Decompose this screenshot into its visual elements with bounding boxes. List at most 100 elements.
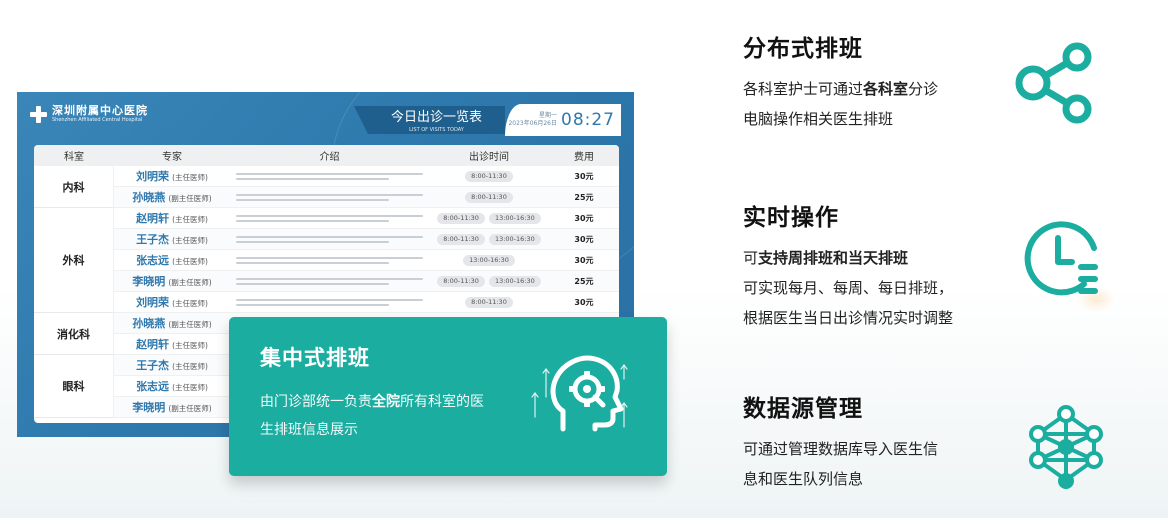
doctor-title: (主任医师)	[172, 215, 208, 224]
hospital-name-cn: 深圳附属中心医院	[52, 104, 148, 117]
desc-bold: 各科室	[863, 80, 909, 98]
doctor-name: 王子杰	[136, 233, 170, 246]
doctor-cell: 王子杰 (主任医师)	[114, 357, 230, 373]
doctor-name: 孙晓燕	[132, 317, 166, 330]
feature-distributed: 分布式排班 各科室护士可通过各科室分诊 电脑操作相关医生排班	[743, 29, 938, 134]
desc-line: 息和医生队列信息	[743, 470, 864, 488]
doctor-cell: 孙晓燕 (副主任医师)	[114, 189, 230, 205]
doctor-title: (副主任医师)	[168, 194, 212, 203]
fee-cell: 25元	[574, 276, 594, 286]
medical-cross-icon	[30, 105, 47, 123]
fee-cell: 30元	[574, 171, 594, 181]
doctor-cell: 刘明荣 (主任医师)	[114, 168, 230, 184]
desc-text: 可	[743, 249, 759, 267]
time-pill: 13:00-16:30	[488, 275, 541, 287]
doctor-title: (副主任医师)	[168, 278, 212, 287]
time-pill: 8:00-11:30	[465, 191, 513, 203]
table-row: 王子杰 (主任医师) 8:00-11:30 13:00-16:30 30元	[114, 229, 619, 250]
fee-cell: 30元	[574, 297, 594, 307]
doctor-name: 赵明轩	[136, 338, 170, 351]
doctor-intro	[230, 232, 429, 246]
clock-date: 2023年06月26日	[508, 120, 557, 127]
clock-weekday: 星期一	[538, 112, 557, 119]
doctor-cell: 张志远 (主任医师)	[114, 252, 230, 268]
table-row: 赵明轩 (主任医师) 8:00-11:30 13:00-16:30 30元	[114, 208, 619, 229]
visit-times: 8:00-11:30 13:00-16:30	[429, 212, 549, 224]
department-cell: 眼科	[34, 355, 114, 418]
time-pill: 13:00-16:30	[488, 233, 541, 245]
feature-datasource: 数据源管理 可通过管理数据库导入医生信 息和医生队列信息	[743, 389, 938, 494]
visit-times: 8:00-11:30 13:00-16:30	[429, 233, 549, 245]
doctor-title: (主任医师)	[172, 299, 208, 308]
header-fee: 费用	[574, 152, 594, 163]
doctor-name: 王子杰	[136, 359, 170, 372]
doctor-cell: 孙晓燕 (副主任医师)	[114, 315, 230, 331]
doctor-title: (主任医师)	[172, 362, 208, 371]
doctor-title: (主任医师)	[172, 383, 208, 392]
time-pill: 8:00-11:30	[465, 170, 513, 182]
central-desc: 由门诊部统一负责全院所有科室的医生排班信息展示	[260, 388, 490, 444]
doctor-title: (主任医师)	[172, 173, 208, 182]
doctor-intro	[230, 295, 429, 309]
doctor-cell: 李晓明 (副主任医师)	[114, 273, 230, 289]
visit-times: 8:00-11:30 13:00-16:30	[429, 275, 549, 287]
visit-times: 8:00-11:30	[429, 191, 549, 203]
time-pill: 8:00-11:30	[437, 212, 485, 224]
fee-cell: 30元	[574, 234, 594, 244]
feature-desc: 可通过管理数据库导入医生信 息和医生队列信息	[743, 434, 938, 494]
header-intro: 介绍	[319, 152, 340, 163]
time-pill: 13:00-16:30	[463, 254, 515, 266]
doctor-title: (副主任医师)	[168, 404, 212, 413]
feature-realtime: 实时操作 可支持周排班和当天排班 可实现每月、每周、每日排班， 根据医生当日出诊…	[743, 198, 953, 333]
head-gear-icon	[531, 355, 628, 432]
doctor-name: 张志远	[136, 254, 170, 267]
doctor-name: 李晓明	[132, 275, 166, 288]
department-cell: 内科	[34, 166, 114, 208]
screen-title-cn: 今日出诊一览表	[390, 110, 482, 125]
doctor-cell: 赵明轩 (主任医师)	[114, 336, 230, 352]
doctor-intro	[230, 211, 429, 225]
central-title: 集中式排班	[260, 346, 370, 370]
central-desc-bold: 全院	[372, 394, 400, 410]
network-icon	[1029, 405, 1103, 489]
screen-title: 今日出诊一览表 LIST OF VISITS TODAY	[354, 106, 505, 134]
desc-line: 电脑操作相关医生排班	[743, 110, 894, 128]
time-pill: 8:00-11:30	[465, 296, 513, 308]
doctor-name: 赵明轩	[136, 212, 170, 225]
table-row: 刘明荣 (主任医师) 8:00-11:30 30元	[114, 166, 619, 187]
feature-title: 实时操作	[743, 205, 839, 231]
doctor-title: (主任医师)	[172, 236, 208, 245]
doctor-cell: 李晓明 (副主任医师)	[114, 399, 230, 415]
visit-times: 13:00-16:30	[429, 254, 549, 266]
table-row: 孙晓燕 (副主任医师) 8:00-11:30 25元	[114, 187, 619, 208]
feature-title: 分布式排班	[743, 36, 863, 62]
desc-text: 分诊	[908, 80, 939, 98]
doctor-title: (主任医师)	[172, 341, 208, 350]
desc-line: 可实现每月、每周、每日排班，	[743, 279, 954, 297]
fee-cell: 25元	[574, 192, 594, 202]
doctor-title: (副主任医师)	[168, 320, 212, 329]
feature-desc: 各科室护士可通过各科室分诊 电脑操作相关医生排班	[743, 74, 938, 134]
department-cell: 消化科	[34, 313, 114, 355]
doctor-intro	[230, 190, 429, 204]
doctor-name: 张志远	[136, 380, 170, 393]
desc-bold: 支持周排班和当天排班	[758, 249, 909, 267]
doctor-cell: 王子杰 (主任医师)	[114, 231, 230, 247]
screen-title-en: LIST OF VISITS TODAY	[409, 127, 464, 133]
desc-line: 可通过管理数据库导入医生信	[743, 440, 939, 458]
time-pill: 8:00-11:30	[437, 233, 485, 245]
visit-times: 8:00-11:30	[429, 296, 549, 308]
hospital-logo: 深圳附属中心医院 Shenzhen Affiliated Central Hos…	[30, 105, 148, 123]
desc-line: 根据医生当日出诊情况实时调整	[743, 309, 954, 327]
doctor-intro	[230, 274, 429, 288]
desc-text: 各科室护士可通过	[743, 80, 864, 98]
doctor-title: (主任医师)	[172, 257, 208, 266]
doctor-name: 刘明荣	[136, 296, 170, 309]
department-column: 内科 外科 消化科 眼科	[34, 166, 114, 418]
doctor-intro	[230, 253, 429, 267]
doctor-name: 孙晓燕	[132, 191, 166, 204]
header-time: 出诊时间	[469, 152, 509, 163]
visit-times: 8:00-11:30	[429, 170, 549, 182]
central-scheduling-card: 集中式排班 由门诊部统一负责全院所有科室的医生排班信息展示	[229, 317, 667, 476]
time-pill: 8:00-11:30	[437, 275, 485, 287]
